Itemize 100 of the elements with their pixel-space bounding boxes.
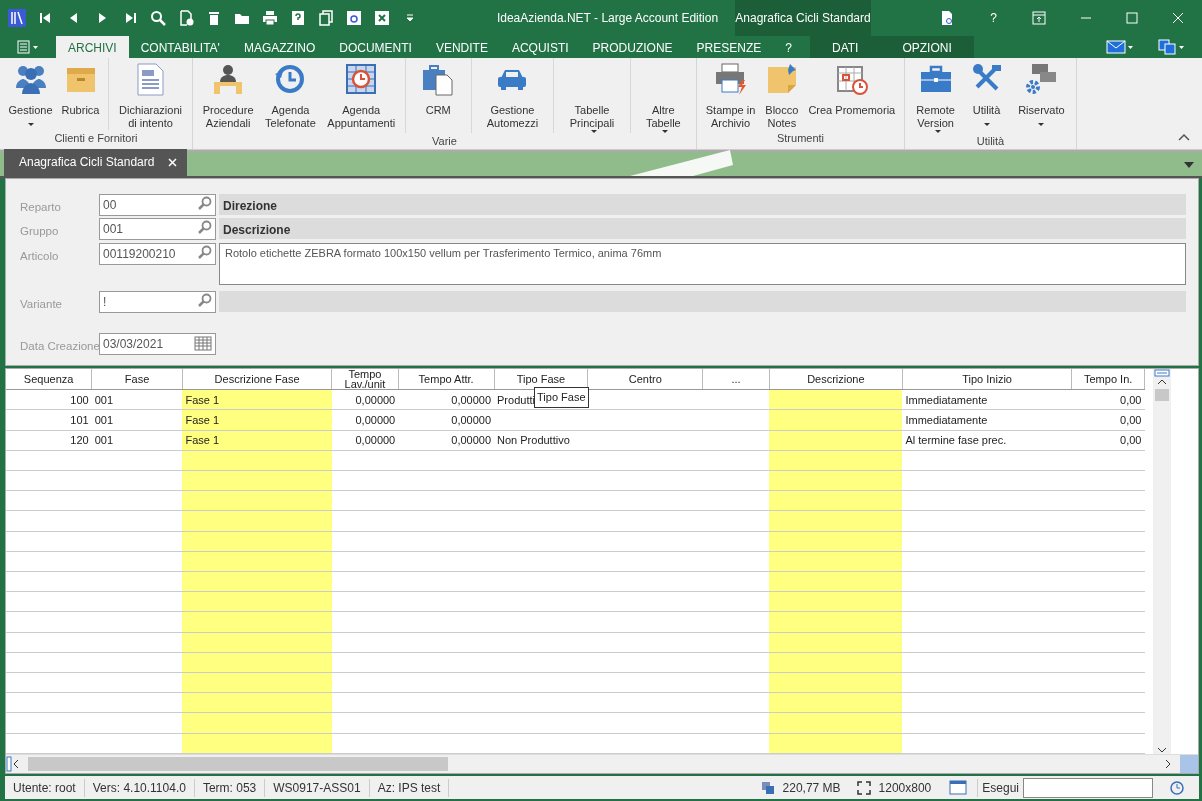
column-header[interactable]: Tempo In. xyxy=(1071,369,1145,390)
splitter-handle-icon[interactable] xyxy=(6,756,12,772)
table-cell: Fase 1 xyxy=(185,393,220,406)
ribbon-tab[interactable]: VENDITE xyxy=(423,36,500,58)
resolution-text: 1200x800 xyxy=(878,779,932,797)
context-title: Anagrafica Cicli Standard xyxy=(735,0,871,36)
search-icon[interactable] xyxy=(198,244,212,259)
window-title: IdeaAzienda.NET - Large Account Edition xyxy=(495,10,720,27)
window-icon[interactable] xyxy=(949,779,968,796)
column-header[interactable]: Centro xyxy=(587,369,703,390)
column-header[interactable]: Descrizione Fase xyxy=(182,369,332,390)
scrollbar-thumb[interactable] xyxy=(1155,389,1169,401)
ribbon-button[interactable]: Crea Promemoria xyxy=(805,62,899,130)
memory-icon xyxy=(760,780,775,795)
table-cell: Produtti xyxy=(497,393,535,406)
input-field[interactable]: 03/03/2021 xyxy=(99,332,216,355)
status-text: Vers: 4.10.1104.0 xyxy=(84,778,195,797)
ribbon-tab[interactable]: PRODUZIONE xyxy=(580,36,685,58)
scroll-corner xyxy=(1180,755,1198,773)
table-cell: 0,00000 xyxy=(355,433,396,446)
help-document-icon[interactable] xyxy=(290,10,306,26)
printer-icon[interactable] xyxy=(262,10,278,26)
tab-list-caret-icon[interactable] xyxy=(1184,162,1194,168)
input-field[interactable]: ! xyxy=(99,290,216,313)
scroll-up-icon[interactable] xyxy=(1157,377,1167,385)
ribbon-button[interactable]: Stampe in Archivio xyxy=(702,62,759,130)
field-label: Variante xyxy=(20,296,63,312)
search-icon[interactable] xyxy=(150,10,166,26)
windows-icon[interactable] xyxy=(1158,39,1186,55)
ribbon-tab[interactable]: CONTABILITA' xyxy=(128,36,232,58)
excel-icon[interactable] xyxy=(374,10,390,26)
column-header[interactable]: Descrizione xyxy=(769,369,903,390)
ribbon-tab[interactable]: ARCHIVI xyxy=(56,36,129,58)
ribbon-button[interactable]: CRM xyxy=(418,62,459,133)
scroll-left-icon[interactable] xyxy=(12,759,20,769)
close-icon[interactable] xyxy=(168,157,178,167)
ribbon-button[interactable]: Agenda Appuntamenti xyxy=(324,62,399,133)
ribbon-button[interactable]: Dichiarazioni di intento xyxy=(116,62,185,130)
trash-icon[interactable] xyxy=(206,10,222,26)
new-document-icon[interactable] xyxy=(178,10,194,26)
column-header[interactable]: Tipo Inizio xyxy=(902,369,1072,390)
scrollbar-thumb[interactable] xyxy=(28,757,448,771)
run-field[interactable] xyxy=(1023,777,1153,798)
app-logo-icon[interactable] xyxy=(8,9,26,27)
ribbon-tab[interactable]: MAGAZZINO xyxy=(231,36,328,58)
table-cell: Non Produttivo xyxy=(497,433,570,446)
memory-text: 220,77 MB xyxy=(782,779,841,797)
search-icon[interactable] xyxy=(198,220,212,235)
scroll-down-icon[interactable] xyxy=(1157,746,1167,754)
search-icon[interactable] xyxy=(198,292,212,307)
ribbon-tab[interactable]: OPZIONI xyxy=(880,36,974,58)
description-text: Rotolo etichette ZEBRA formato 100x150 vellum per Trasferimento Termico, anima 76mm xyxy=(219,242,1186,285)
ribbon-tab[interactable]: ACQUISTI xyxy=(499,36,581,58)
field-label: Gruppo xyxy=(20,224,60,240)
group-label: Varie xyxy=(431,134,458,149)
field-label: Reparto xyxy=(20,200,62,215)
app-menu-icon[interactable] xyxy=(17,40,39,54)
column-header[interactable]: Tempo Attr. xyxy=(398,369,495,390)
close-icon[interactable] xyxy=(1172,12,1184,24)
ribbon-button[interactable]: Procedure Aziendali xyxy=(199,62,257,133)
ribbon-tab[interactable]: DATI xyxy=(810,36,881,58)
input-field[interactable]: 00119200210 xyxy=(99,242,216,265)
scroll-right-icon[interactable] xyxy=(1164,759,1172,769)
input-field[interactable]: 00 xyxy=(99,194,216,216)
ribbon-button[interactable]: Gestione Automezzi xyxy=(483,62,542,133)
column-header[interactable]: Fase xyxy=(91,369,183,390)
search-icon[interactable] xyxy=(198,196,212,210)
clock-icon[interactable] xyxy=(1169,779,1185,796)
maximize-icon[interactable] xyxy=(1126,12,1138,24)
ribbon-display-icon[interactable] xyxy=(1032,11,1046,25)
status-text: Utente: root xyxy=(5,778,85,797)
table-cell: Al termine fase prec. xyxy=(905,433,1007,446)
collapse-ribbon-icon[interactable] xyxy=(1178,133,1190,141)
ribbon-button[interactable]: Altre Tabelle xyxy=(642,62,684,133)
column-header[interactable]: Tempo Lav./unit xyxy=(331,369,399,390)
ribbon-button[interactable]: Tabelle Principali xyxy=(566,62,618,133)
help-button[interactable]: ? xyxy=(989,8,998,28)
table-cell: 120 xyxy=(70,433,89,446)
ribbon-tab[interactable]: ? xyxy=(773,36,804,58)
ribbon-button[interactable]: Blocco Notes xyxy=(761,62,802,130)
tooltip: Tipo Fase xyxy=(534,387,589,408)
copy-icon[interactable] xyxy=(318,10,334,26)
document-tab[interactable]: Anagrafica Cicli Standard xyxy=(4,149,188,176)
ribbon-tab[interactable]: DOCUMENTI xyxy=(327,36,424,58)
ribbon-button[interactable]: Remote Version xyxy=(913,62,958,133)
input-field[interactable]: 001 xyxy=(99,218,216,241)
mail-icon[interactable] xyxy=(1106,40,1134,54)
ribbon-button[interactable]: Gestione xyxy=(5,62,56,130)
column-header[interactable]: ... xyxy=(702,369,770,390)
ribbon-tab[interactable]: PRESENZE xyxy=(684,36,774,58)
table-cell: 0,00000 xyxy=(355,393,396,406)
ribbon-button[interactable]: Utilità xyxy=(966,62,1007,133)
briefcase-document-icon xyxy=(421,62,456,96)
calendar-icon[interactable] xyxy=(194,334,212,351)
table-cell: 0,00000 xyxy=(451,433,492,446)
preview-icon[interactable] xyxy=(346,10,362,26)
ribbon-button[interactable]: Rubrica xyxy=(58,62,103,130)
column-header[interactable]: Sequenza xyxy=(6,369,92,390)
ribbon-button[interactable]: Riservato xyxy=(1015,62,1068,133)
ribbon-button[interactable]: Agenda Telefonate xyxy=(262,62,319,133)
